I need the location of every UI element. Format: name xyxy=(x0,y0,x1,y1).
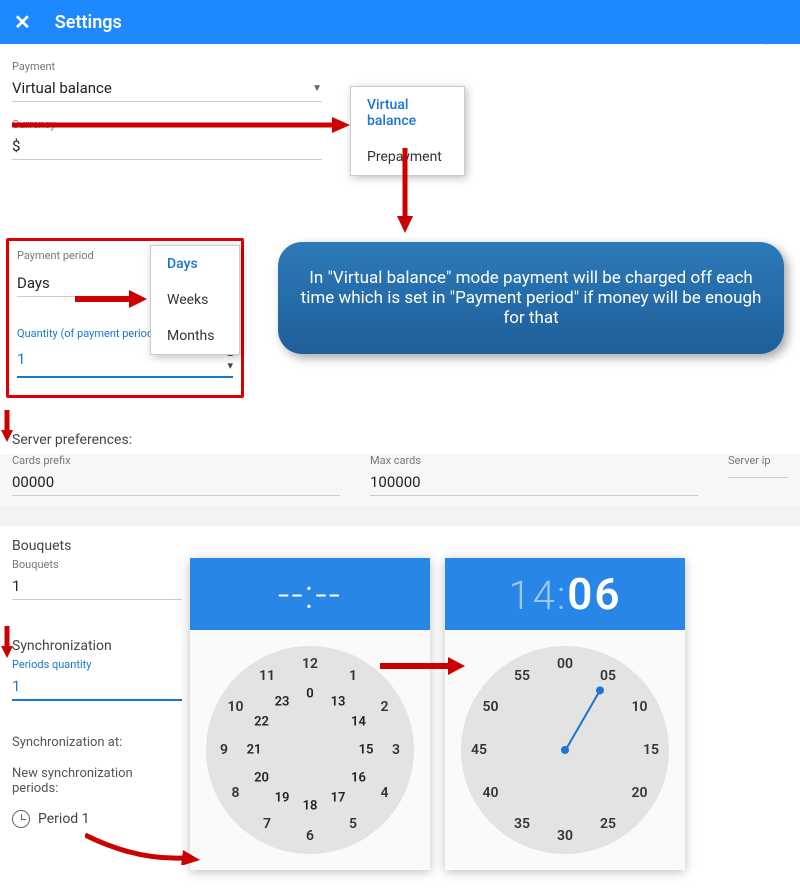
arrow-annotation xyxy=(395,148,415,233)
hour-3[interactable]: 3 xyxy=(385,742,407,758)
minute-25[interactable]: 25 xyxy=(597,816,619,832)
max-cards-label: Max cards xyxy=(370,454,698,467)
period-dropdown-menu: Days Weeks Months xyxy=(150,245,240,355)
hour-12[interactable]: 12 xyxy=(299,656,321,672)
settings-header: ✕ Settings xyxy=(0,0,800,44)
chevron-down-icon: ▼ xyxy=(312,83,322,94)
hour-1[interactable]: 1 xyxy=(342,668,364,684)
hour-2[interactable]: 2 xyxy=(373,699,395,715)
clock-icon xyxy=(12,810,30,828)
payment-option-virtual[interactable]: Virtual balance xyxy=(351,87,464,139)
time-picker-hours[interactable]: --:-- 1212345678910110131415161718192021… xyxy=(190,558,430,870)
close-icon[interactable]: ✕ xyxy=(14,10,31,34)
hour-18[interactable]: 18 xyxy=(299,799,321,814)
arrow-annotation xyxy=(0,410,14,442)
server-ip-field[interactable] xyxy=(728,469,788,478)
hour-8[interactable]: 8 xyxy=(225,785,247,801)
minute-30[interactable]: 30 xyxy=(554,828,576,844)
payment-select[interactable]: Virtual balance ▼ xyxy=(12,75,322,102)
hour-17[interactable]: 17 xyxy=(327,791,349,806)
hour-dial[interactable]: 12123456789101101314151617181920212223 xyxy=(206,646,414,854)
minute-05[interactable]: 05 xyxy=(597,668,619,684)
server-preferences-title: Server preferences: xyxy=(0,414,800,454)
page-title: Settings xyxy=(55,12,122,33)
sync-at-label: Synchronization at: xyxy=(12,735,182,750)
hour-6[interactable]: 6 xyxy=(299,828,321,844)
hour-5[interactable]: 5 xyxy=(342,816,364,832)
max-cards-field[interactable]: 100000 xyxy=(370,469,698,496)
hour-15[interactable]: 15 xyxy=(355,743,377,758)
server-preferences-row: Cards prefix 00000 Max cards 100000 Serv… xyxy=(0,454,800,506)
bouquets-section: Bouquets xyxy=(12,534,182,558)
hour-10[interactable]: 10 xyxy=(225,699,247,715)
sync-section: Synchronization xyxy=(12,634,182,658)
arrow-annotation xyxy=(0,626,14,658)
periods-qty-label: Periods quantity xyxy=(12,658,182,671)
minute-10[interactable]: 10 xyxy=(628,699,650,715)
minute-00[interactable]: 00 xyxy=(554,656,576,672)
hour-19[interactable]: 19 xyxy=(271,791,293,806)
arrow-annotation xyxy=(380,655,465,677)
time-picker-minutes[interactable]: 14:06 00 05 10 15 20 25 30 35 40 45 50 55 xyxy=(445,558,685,870)
cards-prefix-field[interactable]: 00000 xyxy=(12,469,340,496)
cards-prefix-label: Cards prefix xyxy=(12,454,340,467)
minute-dial[interactable]: 00 05 10 15 20 25 30 35 40 45 50 55 xyxy=(461,646,669,854)
currency-field[interactable]: $ xyxy=(12,133,322,160)
minute-15[interactable]: 15 xyxy=(640,742,662,758)
hour-11[interactable]: 11 xyxy=(256,668,278,684)
payment-label: Payment xyxy=(12,60,322,73)
bouquets-label: Bouquets xyxy=(12,558,182,571)
minute-45[interactable]: 45 xyxy=(468,742,490,758)
hour-16[interactable]: 16 xyxy=(347,771,369,786)
info-callout: In "Virtual balance" mode payment will b… xyxy=(278,242,784,354)
periods-qty-field[interactable]: 1 xyxy=(12,673,182,701)
hour-23[interactable]: 23 xyxy=(271,694,293,709)
bouquets-field[interactable]: 1 xyxy=(12,573,182,600)
minute-40[interactable]: 40 xyxy=(480,785,502,801)
hour-21[interactable]: 21 xyxy=(243,743,265,758)
hour-7[interactable]: 7 xyxy=(256,816,278,832)
minute-55[interactable]: 55 xyxy=(511,668,533,684)
period-option-months[interactable]: Months xyxy=(151,318,239,354)
new-sync-periods-label: New synchronization periods: xyxy=(12,766,182,796)
time-display: --:-- xyxy=(278,571,342,618)
hour-13[interactable]: 13 xyxy=(327,694,349,709)
arrow-annotation xyxy=(75,288,147,310)
server-ip-label: Server ip xyxy=(728,454,788,467)
period-option-days[interactable]: Days xyxy=(151,246,239,282)
hour-14[interactable]: 14 xyxy=(347,715,369,730)
period-item[interactable]: Period 1 xyxy=(12,810,182,828)
hour-22[interactable]: 22 xyxy=(251,715,273,730)
minute-35[interactable]: 35 xyxy=(511,816,533,832)
time-display: 14:06 xyxy=(508,568,621,620)
minute-50[interactable]: 50 xyxy=(480,699,502,715)
arrow-annotation xyxy=(85,830,200,865)
hour-9[interactable]: 9 xyxy=(213,742,235,758)
arrow-annotation xyxy=(12,115,352,135)
hour-4[interactable]: 4 xyxy=(373,785,395,801)
hour-20[interactable]: 20 xyxy=(251,771,273,786)
hour-0[interactable]: 0 xyxy=(299,687,321,702)
period-option-weeks[interactable]: Weeks xyxy=(151,282,239,318)
minute-20[interactable]: 20 xyxy=(628,785,650,801)
